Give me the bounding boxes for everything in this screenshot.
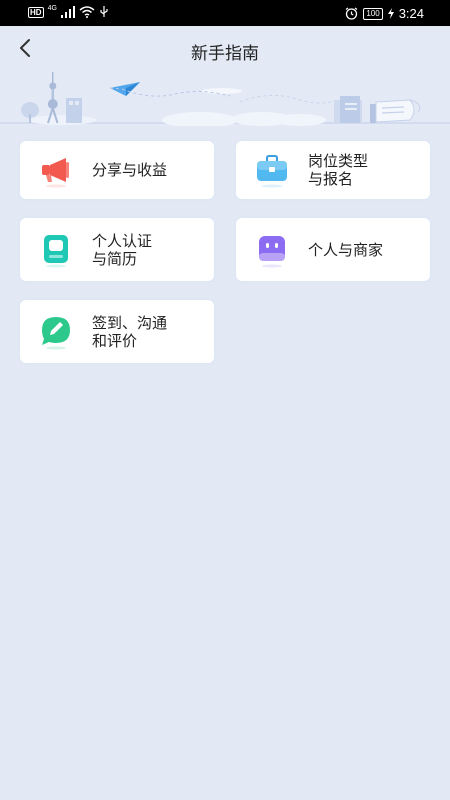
robot-icon — [259, 235, 285, 267]
wifi-icon — [79, 6, 95, 18]
network-label: 4G — [47, 4, 57, 12]
card-label: 岗位类型 与报名 — [308, 152, 369, 188]
megaphone-icon — [42, 158, 69, 188]
status-bar: HD 4G 100 3:24 — [0, 0, 450, 26]
card-label: 签到、沟通 和评价 — [92, 313, 168, 350]
briefcase-icon — [257, 155, 287, 188]
card-label: 个人认证 与简历 — [92, 231, 153, 268]
card-label: 分享与收益 — [92, 161, 168, 179]
hd-badge: HD — [28, 6, 44, 18]
battery-level: 100 — [363, 7, 383, 20]
card-checkin-reviews[interactable]: 签到、沟通 和评价 — [18, 298, 216, 365]
card-individual-merchant[interactable]: 个人与商家 — [234, 216, 432, 283]
card-job-types[interactable]: 岗位类型 与报名 — [234, 139, 432, 201]
usb-icon — [100, 6, 108, 17]
card-certification-resume[interactable]: 个人认证 与简历 — [18, 216, 216, 283]
status-time: 3:24 — [398, 6, 424, 21]
card-label: 个人与商家 — [308, 240, 384, 259]
charging-icon — [387, 8, 394, 19]
status-left: HD 4G — [28, 4, 109, 18]
header: 新手指南 — [0, 26, 450, 126]
signal-icon — [60, 6, 75, 18]
chat-edit-icon — [42, 316, 70, 349]
page-title: 新手指南 — [191, 44, 259, 64]
header-illustration — [0, 72, 450, 126]
alarm-icon — [345, 7, 358, 20]
resume-icon — [44, 234, 68, 267]
card-share-earnings[interactable]: 分享与收益 — [18, 139, 216, 201]
status-right: 100 3:24 — [345, 6, 424, 21]
